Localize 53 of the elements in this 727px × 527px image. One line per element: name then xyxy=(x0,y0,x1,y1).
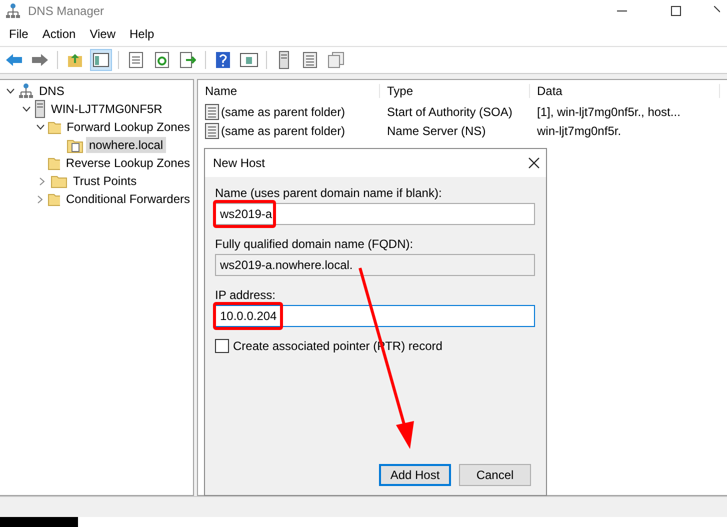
window-title: DNS Manager xyxy=(28,4,106,18)
tree-item[interactable]: Conditional Forwarders xyxy=(62,191,193,207)
tree-item[interactable]: Trust Points xyxy=(70,173,140,189)
highlight-box xyxy=(213,302,283,330)
menu-item[interactable]: File xyxy=(2,27,36,41)
table-cell-text: Name Server (NS) xyxy=(386,124,487,138)
table-cell-text: [1], win-ljt7mg0nf5r., host... xyxy=(536,104,682,118)
field-label: Name (uses parent domain name if blank): xyxy=(215,186,443,200)
network-icon xyxy=(19,83,33,99)
folder-icon xyxy=(48,120,61,134)
tree-item[interactable]: DNS xyxy=(36,83,68,99)
tree-item[interactable]: Reverse Lookup Zones xyxy=(62,155,193,171)
table-cell: (same as parent folder) xyxy=(221,104,346,118)
collapse-chevron-icon[interactable] xyxy=(37,194,44,204)
zone-folder-icon xyxy=(67,137,83,153)
expand-chevron-icon[interactable] xyxy=(22,106,30,112)
dialog-button[interactable]: Cancel xyxy=(459,464,531,486)
collapse-chevron-icon[interactable] xyxy=(39,176,45,186)
dialog-title: New Host xyxy=(213,156,266,170)
input-field[interactable]: 10.0.0.204 xyxy=(215,305,535,327)
menu-item[interactable]: Help xyxy=(122,27,162,41)
tree-item[interactable]: nowhere.local xyxy=(86,137,166,153)
close-icon[interactable] xyxy=(528,157,540,169)
dialog-button[interactable]: Add Host xyxy=(379,464,451,486)
folder-icon xyxy=(48,192,60,206)
checkbox[interactable] xyxy=(215,339,229,353)
table-cell-text: win-ljt7mg0nf5r. xyxy=(536,124,622,138)
server-icon xyxy=(35,100,45,118)
folder-icon xyxy=(48,156,60,170)
record-icon xyxy=(205,122,219,138)
column-header[interactable]: Data xyxy=(530,84,720,98)
expand-chevron-icon[interactable] xyxy=(36,124,46,130)
input-field[interactable]: ws2019-a.nowhere.local. xyxy=(215,254,535,276)
record-icon xyxy=(205,104,219,120)
field-label: Fully qualified domain name (FQDN): xyxy=(215,237,414,251)
expand-chevron-icon[interactable] xyxy=(6,88,14,94)
highlight-box xyxy=(213,200,276,228)
copy-icon[interactable] xyxy=(325,49,347,71)
menu-item[interactable]: Action xyxy=(35,27,83,41)
table-cell: (same as parent folder) xyxy=(221,124,346,138)
folder-icon xyxy=(51,174,67,188)
table-cell-text: Start of Authority (SOA) xyxy=(386,104,514,118)
column-header[interactable]: Type xyxy=(380,84,530,98)
pane-icon[interactable] xyxy=(90,49,112,71)
input-field[interactable]: ws2019-a xyxy=(215,203,535,225)
tree-item[interactable]: Forward Lookup Zones xyxy=(64,119,193,135)
export-icon[interactable] xyxy=(177,49,199,71)
menu-item[interactable]: View xyxy=(82,27,122,41)
field-label: IP address: xyxy=(215,288,276,302)
maximize-icon[interactable] xyxy=(671,6,681,16)
tree-item[interactable]: WIN-LJT7MG0NF5R xyxy=(48,101,166,117)
column-header[interactable]: Name xyxy=(198,84,380,98)
network-icon xyxy=(6,3,20,19)
